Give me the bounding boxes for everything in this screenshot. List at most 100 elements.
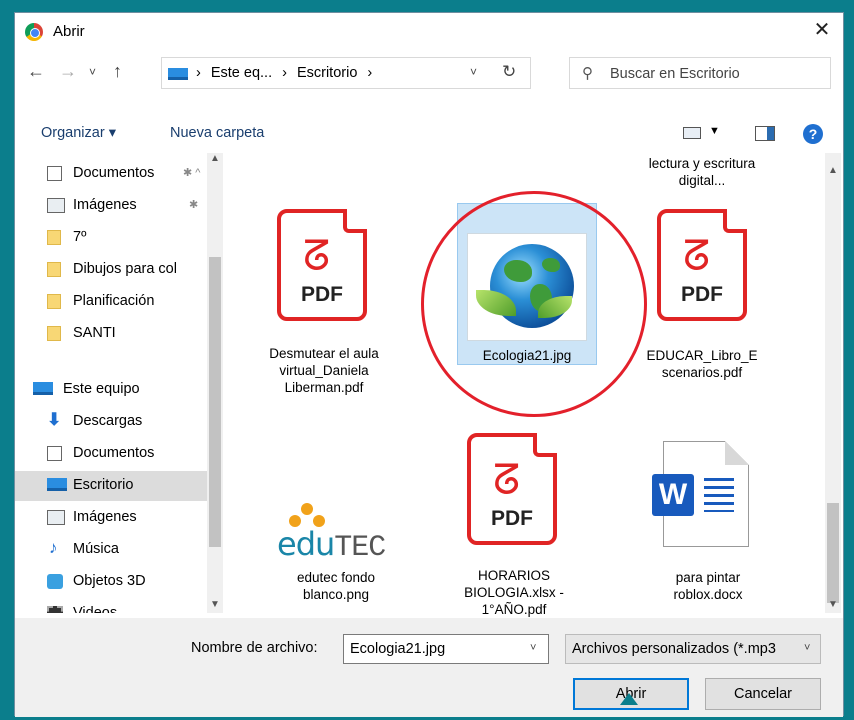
document-icon <box>47 166 62 181</box>
highlight-circle <box>421 191 647 417</box>
document-icon <box>47 446 62 461</box>
file-name: Desmutear el aula virtual_Daniela Liberm… <box>269 346 379 395</box>
computer-icon <box>168 68 188 80</box>
computer-icon <box>33 382 53 395</box>
sidebar-item-7[interactable]: 7º <box>15 223 207 253</box>
breadcrumb-separator[interactable]: › <box>282 65 287 81</box>
pdf-file-icon: ᘔ PDF <box>657 209 747 321</box>
up-button[interactable]: ↑ <box>113 61 122 82</box>
breadcrumb-escritorio[interactable]: Escritorio <box>297 65 357 81</box>
pdf-label: PDF <box>491 507 533 530</box>
chevron-down-icon[interactable]: ˅ <box>530 642 536 654</box>
sidebar-item-escritorio[interactable]: Escritorio <box>15 471 207 501</box>
breadcrumb-separator[interactable]: › <box>367 65 372 81</box>
file-name: lectura y escritura digital... <box>648 156 756 188</box>
scrollbar-thumb[interactable] <box>209 257 221 547</box>
scroll-up-icon[interactable]: ▲ <box>828 165 838 176</box>
view-dropdown-icon[interactable]: ▼ <box>709 125 720 137</box>
download-icon: ⬇ <box>47 410 62 429</box>
sidebar-item-label: Documentos <box>73 165 155 181</box>
sidebar-item-documentos[interactable]: Documentos <box>15 439 207 469</box>
sidebar-item-este-equipo[interactable]: Este equipo <box>15 375 207 405</box>
folder-icon <box>47 230 61 245</box>
sidebar-item-label: Este equipo <box>63 381 140 397</box>
scroll-up-icon[interactable]: ▲ <box>210 153 220 164</box>
scroll-down-icon[interactable]: ▼ <box>828 599 838 610</box>
close-button[interactable]: ✕ <box>809 19 835 43</box>
pdf-file-icon: ᘔ PDF <box>277 209 367 321</box>
pdf-label: PDF <box>681 283 723 306</box>
word-logo: W <box>652 474 694 516</box>
word-file-icon: W <box>652 441 749 547</box>
sidebar-item-planificacion[interactable]: Planificación <box>15 287 207 317</box>
images-icon <box>47 510 65 525</box>
cancel-button[interactable]: Cancelar <box>705 678 821 710</box>
sidebar-scrollbar[interactable]: ▲ ▼ <box>207 153 223 613</box>
scrollbar-thumb[interactable] <box>827 503 839 603</box>
sidebar-item-imagenes[interactable]: Imágenes <box>15 503 207 533</box>
address-dropdown-icon[interactable]: ˅ <box>470 65 477 79</box>
folder-icon <box>47 326 61 341</box>
bottom-panel: Nombre de archivo: Ecologia21.jpg ˅ Arch… <box>15 618 843 717</box>
images-icon <box>47 198 65 213</box>
sidebar-item-dibujos[interactable]: Dibujos para col <box>15 255 207 285</box>
pdf-file-icon: ᘔ PDF <box>467 433 557 545</box>
help-icon[interactable]: ? <box>803 124 823 144</box>
file-desmutear[interactable]: Desmutear el aula virtual_Daniela Liberm… <box>259 343 389 423</box>
file-list: lectura y escritura digital... ᘔ PDF Des… <box>227 153 827 617</box>
sidebar-item-label: Imágenes <box>73 509 137 525</box>
sidebar-item-label: 7º <box>73 229 87 245</box>
sidebar-item-objetos-3d[interactable]: Objetos 3D <box>15 567 207 597</box>
breadcrumb-este-equipo[interactable]: Este eq... <box>211 65 272 81</box>
chevron-down-icon[interactable]: ˅ <box>804 642 811 654</box>
sidebar-item-descargas[interactable]: ⬇ Descargas <box>15 407 207 437</box>
sidebar-item-label: SANTI <box>73 325 116 341</box>
sidebar-item-santi[interactable]: SANTI <box>15 319 207 349</box>
dialog-title: Abrir <box>53 23 85 40</box>
address-bar[interactable]: › Este eq... › Escritorio › ˅ ↻ <box>161 57 531 89</box>
filename-input[interactable]: Ecologia21.jpg ˅ <box>343 634 549 664</box>
view-options-icon[interactable] <box>683 127 701 139</box>
pdf-label: PDF <box>301 283 343 306</box>
sidebar-item-imagenes-quick[interactable]: Imágenes ✱ <box>15 191 207 221</box>
filename-value: Ecologia21.jpg <box>350 641 446 657</box>
navigation-pane: Documentos ✱ ^ Imágenes ✱ 7º Dibujos par… <box>15 153 225 613</box>
file-name: edutec fondo blanco.png <box>296 570 376 602</box>
refresh-button[interactable]: ↻ <box>502 62 516 82</box>
content-scrollbar[interactable]: ▲ ▼ <box>825 153 841 613</box>
title-bar: Abrir ✕ <box>15 13 843 49</box>
sidebar-item-label: Música <box>73 541 119 557</box>
acrobat-icon: ᘔ <box>493 456 521 503</box>
organize-button[interactable]: Organizar ▾ <box>41 125 116 141</box>
acrobat-icon: ᘔ <box>683 232 711 279</box>
recent-locations-button[interactable]: ˅ <box>89 65 96 79</box>
scroll-down-icon[interactable]: ▼ <box>210 599 220 610</box>
edutec-logo: eduTEC <box>277 525 386 565</box>
preview-pane-icon[interactable] <box>755 126 775 141</box>
sidebar-item-label: Documentos <box>73 445 155 461</box>
search-placeholder[interactable]: Buscar en Escritorio <box>610 66 740 82</box>
folder-icon <box>47 294 61 309</box>
sidebar-item-label: Descargas <box>73 413 143 429</box>
open-file-dialog: Abrir ✕ ← → ˅ ↑ › Este eq... › Escritorio › … <box>14 12 844 717</box>
new-folder-button[interactable]: Nueva carpeta <box>170 125 264 141</box>
pin-icon: ✱ ^ <box>183 167 201 179</box>
back-button[interactable]: ← <box>27 61 45 82</box>
sidebar-item-label: Videos <box>73 605 118 613</box>
search-box[interactable]: ⚲ Buscar en Escritorio <box>569 57 831 89</box>
sidebar-item-label: Dibujos para col <box>73 261 177 277</box>
sidebar-item-documentos-quick[interactable]: Documentos ✱ ^ <box>15 159 207 189</box>
file-type-select[interactable]: Archivos personalizados (*.mp3 ˅ <box>565 634 821 664</box>
chrome-icon <box>25 23 43 41</box>
forward-button[interactable]: → <box>59 61 77 82</box>
edutec-thumbnail[interactable]: eduTEC <box>275 501 401 565</box>
music-icon: ♪ <box>49 538 58 557</box>
file-name: EDUCAR_Libro_Escenarios.pdf <box>646 348 758 380</box>
3d-objects-icon <box>47 574 63 589</box>
sidebar-item-videos[interactable]: Videos <box>15 599 207 613</box>
filename-label: Nombre de archivo: <box>191 640 318 656</box>
breadcrumb: › Este eq... › Escritorio › <box>196 65 382 81</box>
sidebar-item-musica[interactable]: ♪ Música <box>15 535 207 565</box>
desktop-icon <box>47 478 67 491</box>
file-name: para pintar roblox.docx <box>673 570 743 602</box>
